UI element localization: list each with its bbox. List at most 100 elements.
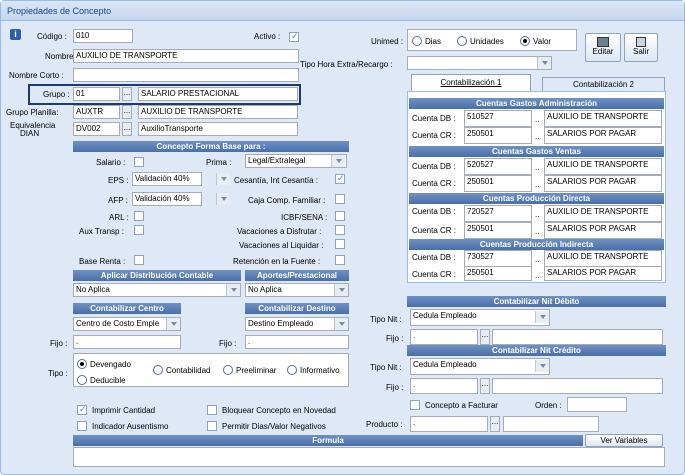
producto-desc-input[interactable] bbox=[503, 416, 599, 432]
destino-fijo-input[interactable]: . bbox=[245, 335, 349, 349]
g4-db-dots[interactable]: .. bbox=[535, 255, 539, 264]
producto-lookup-button[interactable]: ... bbox=[490, 416, 500, 432]
dian-label: DIAN bbox=[20, 129, 40, 138]
g3-cr-code-input[interactable]: 250501 bbox=[464, 222, 532, 239]
equivalencia-desc-input[interactable]: AuxilioTransporte bbox=[138, 122, 298, 136]
cesantia-checkbox[interactable] bbox=[335, 173, 345, 184]
orden-input[interactable] bbox=[567, 397, 627, 412]
nit-credito-tipo-select[interactable]: Cedula Empleado bbox=[410, 358, 550, 375]
equivalencia-lookup-button[interactable]: ... bbox=[122, 122, 132, 136]
bloquear-concepto-checkbox[interactable] bbox=[207, 405, 217, 415]
tipo-contabilidad-label: Contabilidad bbox=[166, 366, 211, 375]
grupo-planilla-desc-input[interactable]: AUXILIO DE TRANSPORTE bbox=[138, 105, 298, 119]
tipo-deducible-radio[interactable] bbox=[77, 375, 87, 385]
g1-cr-dots[interactable]: .. bbox=[535, 132, 539, 141]
indicador-ausentismo-checkbox[interactable] bbox=[77, 421, 87, 431]
producto-code-input[interactable]: . bbox=[410, 416, 488, 432]
tab-contabilizacion-2-label: Contabilización 2 bbox=[573, 80, 634, 89]
g2-cr-dots[interactable]: .. bbox=[535, 180, 539, 189]
grupo-code-input[interactable]: 01 bbox=[73, 87, 120, 101]
g1-cr-code-input[interactable]: 250501 bbox=[464, 127, 532, 144]
g3-db-desc-input[interactable]: AUXILIO DE TRANSPORTE bbox=[544, 205, 662, 222]
salir-button[interactable]: Salir bbox=[624, 33, 658, 62]
vac-disfrutar-checkbox[interactable] bbox=[335, 225, 345, 235]
equivalencia-code-input[interactable]: DV002 bbox=[73, 122, 120, 136]
nombre-corto-input[interactable] bbox=[73, 68, 299, 82]
nit-credito-chevron-down-icon[interactable] bbox=[535, 360, 549, 372]
nit-credito-desc-input[interactable] bbox=[492, 378, 663, 394]
centro-chevron-down-icon[interactable] bbox=[166, 318, 180, 330]
tab-contabilizacion-2[interactable]: Contabilización 2 bbox=[542, 77, 665, 92]
g3-cr-desc-input[interactable]: SALARIOS POR PAGAR bbox=[544, 222, 662, 239]
nit-debito-chevron-down-icon[interactable] bbox=[535, 311, 549, 323]
aportes-chevron-down-icon[interactable] bbox=[334, 284, 348, 296]
nit-debito-desc-input[interactable] bbox=[492, 329, 663, 345]
g4-db-desc-input[interactable]: AUXILIO DE TRANSPORTE bbox=[544, 250, 662, 267]
g3-db-dots[interactable]: .. bbox=[535, 210, 539, 219]
prima-chevron-down-icon[interactable] bbox=[331, 155, 345, 167]
salario-checkbox[interactable] bbox=[134, 157, 144, 167]
eps-select[interactable]: Validación 40% bbox=[132, 172, 202, 186]
unimed-unidades-radio[interactable] bbox=[457, 36, 467, 46]
g2-cr-desc-input[interactable]: SALARIOS POR PAGAR bbox=[544, 175, 662, 192]
activo-checkbox[interactable] bbox=[289, 31, 299, 42]
eps-chevron-down-icon[interactable] bbox=[216, 173, 230, 185]
g1-db-desc-input[interactable]: AUXILIO DE TRANSPORTE bbox=[544, 110, 662, 127]
nombre-input[interactable]: AUXILIO DE TRANSPORTE bbox=[73, 49, 299, 63]
grupo-planilla-code-input[interactable]: AUXTR bbox=[73, 105, 120, 119]
g2-db-desc-input[interactable]: AUXILIO DE TRANSPORTE bbox=[544, 158, 662, 175]
imprimir-cantidad-checkbox[interactable] bbox=[77, 404, 87, 415]
info-icon[interactable]: i bbox=[10, 29, 21, 40]
tab-contabilizacion-1[interactable]: Contabilización 1 bbox=[411, 74, 531, 91]
g1-db-dots[interactable]: .. bbox=[535, 115, 539, 124]
arl-checkbox[interactable] bbox=[134, 211, 144, 221]
editar-button[interactable]: Editar bbox=[585, 33, 621, 62]
g1-cr-desc-input[interactable]: SALARIOS POR PAGAR bbox=[544, 127, 662, 144]
g3-db-code-input[interactable]: 720527 bbox=[464, 205, 532, 222]
grupo-planilla-lookup-button[interactable]: ... bbox=[122, 105, 132, 119]
grupo-lookup-button[interactable]: ... bbox=[122, 87, 132, 101]
g4-cr-code-input[interactable]: 250501 bbox=[464, 266, 532, 281]
tipo-contabilidad-radio[interactable] bbox=[153, 365, 163, 375]
g2-cr-code-input[interactable]: 250501 bbox=[464, 175, 532, 192]
distribucion-select[interactable]: No Aplica bbox=[73, 283, 241, 297]
tipo-devengado-radio[interactable] bbox=[77, 359, 87, 369]
tipo-hora-select[interactable] bbox=[407, 56, 552, 70]
afp-select[interactable]: Validación 40% bbox=[132, 192, 202, 206]
concepto-facturar-checkbox[interactable] bbox=[410, 400, 420, 410]
g4-db-code-input[interactable]: 730527 bbox=[464, 250, 532, 267]
aux-transp-checkbox[interactable] bbox=[134, 225, 144, 235]
vac-liquidar-checkbox[interactable] bbox=[335, 239, 345, 249]
nit-debito-lookup-button[interactable]: ... bbox=[480, 329, 490, 345]
unimed-dias-radio[interactable] bbox=[412, 36, 422, 46]
retencion-checkbox[interactable] bbox=[335, 255, 345, 265]
tipo-informativo-radio[interactable] bbox=[287, 365, 297, 375]
nit-credito-lookup-button[interactable]: ... bbox=[480, 378, 490, 394]
icbf-checkbox[interactable] bbox=[335, 211, 345, 221]
centro-fijo-input[interactable]: . bbox=[73, 335, 181, 349]
g2-db-code-input[interactable]: 520527 bbox=[464, 158, 532, 175]
g1-db-code-input[interactable]: 510527 bbox=[464, 110, 532, 127]
destino-header: Contabilizar Destino bbox=[245, 303, 349, 314]
g4-cr-desc-input[interactable]: SALARIOS POR PAGAR bbox=[544, 266, 662, 281]
codigo-input[interactable]: 010 bbox=[73, 29, 133, 43]
ver-variables-button[interactable]: Ver Variables bbox=[585, 434, 663, 447]
destino-chevron-down-icon[interactable] bbox=[334, 318, 348, 330]
nit-debito-tipo-select[interactable]: Cedula Empleado bbox=[410, 309, 550, 326]
g4-cr-dots[interactable]: .. bbox=[535, 271, 539, 280]
nit-credito-fijo-input[interactable]: . bbox=[410, 378, 478, 394]
window-title: Propiedades de Concepto bbox=[7, 6, 112, 16]
afp-chevron-down-icon[interactable] bbox=[216, 193, 230, 205]
g3-cr-dots[interactable]: .. bbox=[535, 227, 539, 236]
formula-textarea[interactable] bbox=[73, 447, 665, 467]
tipo-preeliminar-radio[interactable] bbox=[223, 365, 233, 375]
nit-debito-fijo-input[interactable]: . bbox=[410, 329, 478, 345]
grupo-desc-input[interactable]: SALARIO PRESTACIONAL bbox=[138, 87, 298, 101]
centro-select[interactable]: Centro de Costo Emple bbox=[73, 317, 181, 331]
unimed-valor-radio[interactable] bbox=[520, 36, 530, 46]
distribucion-chevron-down-icon[interactable] bbox=[226, 284, 240, 296]
g2-db-dots[interactable]: .. bbox=[535, 163, 539, 172]
caja-checkbox[interactable] bbox=[335, 194, 345, 204]
base-renta-checkbox[interactable] bbox=[134, 255, 144, 265]
permitir-negativos-checkbox[interactable] bbox=[207, 421, 217, 431]
